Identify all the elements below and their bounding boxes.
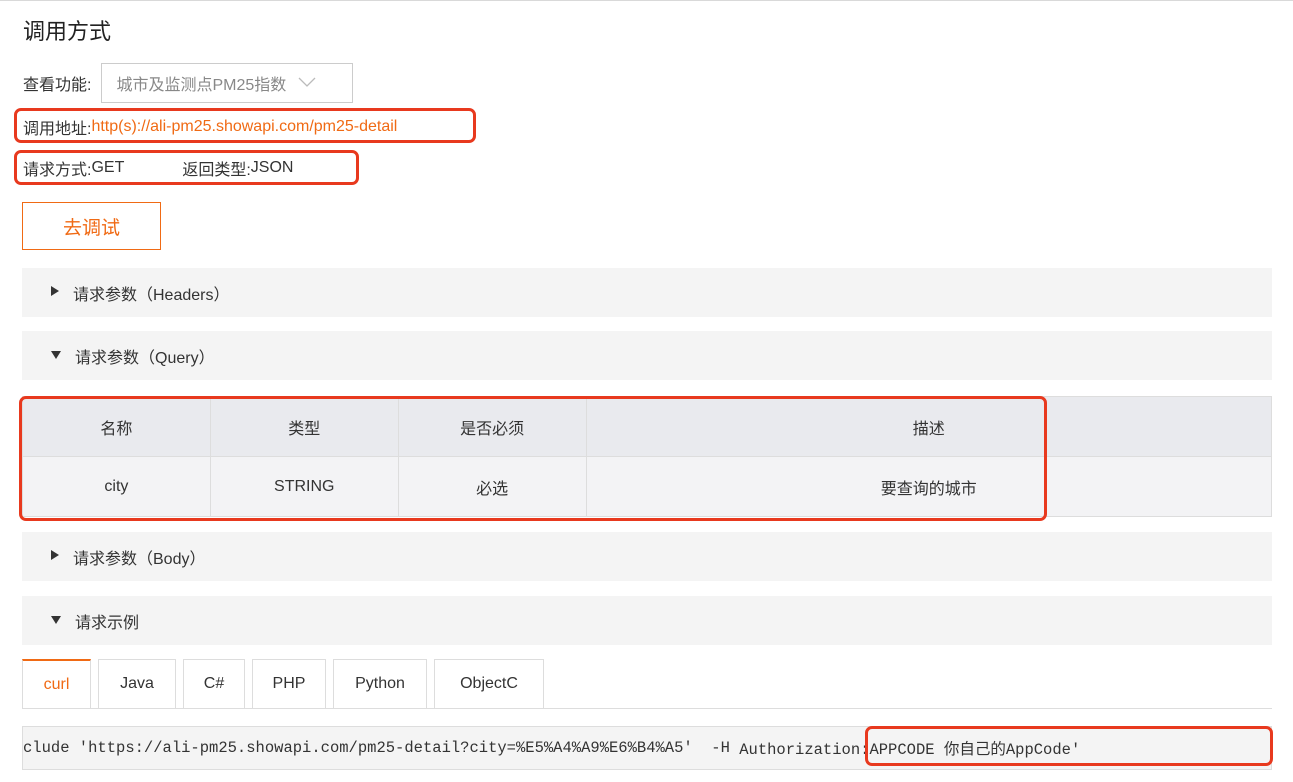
triangle-right-icon xyxy=(51,550,59,563)
tabs-divider xyxy=(22,708,1272,709)
table-header-name: 名称 xyxy=(22,396,211,457)
address-row: 调用地址: http(s)://ali-pm25.showapi.com/pm2… xyxy=(23,114,397,140)
tab-php[interactable]: PHP xyxy=(252,659,326,709)
tab-csharp[interactable]: C# xyxy=(183,659,245,709)
tab-java[interactable]: Java xyxy=(98,659,176,709)
method-row: 请求方式: GET 返回类型: JSON xyxy=(23,155,293,181)
function-row: 查看功能: 城市及监测点PM25指数 xyxy=(23,63,354,103)
page-title: 调用方式 xyxy=(23,19,112,44)
address-url[interactable]: http(s)://ali-pm25.showapi.com/pm25-deta… xyxy=(91,118,397,136)
section-headers[interactable]: 请求参数（Headers） xyxy=(22,268,1272,317)
table-cell-name: city xyxy=(22,456,211,517)
code-sample-auth: Authorization:APPCODE 你自己的AppCode' xyxy=(739,741,1081,759)
code-sample-main: clude 'https://ali-pm25.showapi.com/pm25… xyxy=(23,739,740,757)
code-language-tabs: curl Java C# PHP Python ObjectC xyxy=(22,659,551,709)
return-type-value: JSON xyxy=(250,159,294,176)
tab-objectc[interactable]: ObjectC xyxy=(434,659,544,709)
section-example-label: 请求示例 xyxy=(75,614,140,632)
table-cell-description: 要查询的城市 xyxy=(585,456,1273,517)
section-example[interactable]: 请求示例 xyxy=(22,596,1272,645)
triangle-down-icon xyxy=(51,350,61,362)
chevron-down-icon xyxy=(298,74,316,92)
function-selected-value: 城市及监测点PM25指数 xyxy=(116,77,287,94)
table-header-required: 是否必须 xyxy=(397,396,587,457)
top-divider xyxy=(0,0,1293,1)
triangle-right-icon xyxy=(51,286,59,299)
section-query[interactable]: 请求参数（Query） xyxy=(22,331,1272,380)
table-cell-required: 必选 xyxy=(397,456,587,517)
tab-python[interactable]: Python xyxy=(333,659,427,709)
code-sample[interactable]: clude 'https://ali-pm25.showapi.com/pm25… xyxy=(22,726,1272,770)
section-query-label: 请求参数（Query） xyxy=(75,349,215,367)
table-header-description: 描述 xyxy=(585,396,1273,457)
table-row: city STRING 必选 要查询的城市 xyxy=(22,456,1273,517)
table-header-row: 名称 类型 是否必须 描述 xyxy=(22,396,1273,457)
tab-curl[interactable]: curl xyxy=(22,659,91,709)
triangle-down-icon xyxy=(51,615,61,627)
table-cell-type: STRING xyxy=(209,456,399,517)
debug-button[interactable]: 去调试 xyxy=(22,202,161,250)
method-value: GET xyxy=(91,159,125,176)
function-label: 查看功能: xyxy=(23,77,92,94)
table-header-type: 类型 xyxy=(209,396,399,457)
section-headers-label: 请求参数（Headers） xyxy=(73,286,230,304)
method-label: 请求方式: xyxy=(23,162,92,179)
address-label: 调用地址: xyxy=(23,121,92,138)
return-type-label: 返回类型: xyxy=(182,162,251,179)
function-select[interactable]: 城市及监测点PM25指数 xyxy=(101,63,354,103)
section-body-label: 请求参数（Body） xyxy=(73,550,206,568)
section-body[interactable]: 请求参数（Body） xyxy=(22,532,1272,581)
query-params-table: 名称 类型 是否必须 描述 city STRING 必选 要查询的城市 xyxy=(22,396,1273,517)
